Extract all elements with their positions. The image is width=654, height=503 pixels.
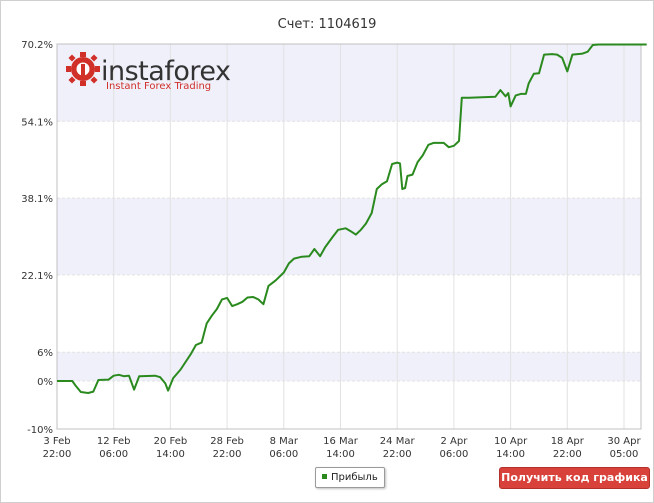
profit-chart: instaforex Instant Forex Trading 70.2%54… [21, 40, 647, 460]
y-tick-label: 54.1% [21, 117, 53, 128]
x-tick-label: 20 Feb [154, 436, 188, 447]
y-tick-label: 0% [37, 377, 53, 388]
x-tick-label: 2 Apr [440, 436, 468, 447]
x-tick-label: 10 Apr [494, 436, 528, 447]
y-tick-label: -10% [27, 425, 53, 436]
x-tick-label: 28 Feb [210, 436, 244, 447]
get-chart-code-button[interactable]: Получить код графика [499, 467, 650, 489]
x-tick-label: 22:00 [213, 449, 242, 460]
x-tick-label: 12 Feb [97, 436, 131, 447]
x-tick-label: 24 Mar [380, 436, 416, 447]
y-tick-label: 70.2% [21, 40, 53, 51]
legend-label: Прибыль [331, 472, 378, 483]
x-tick-label: 22:00 [43, 449, 72, 460]
legend-swatch [322, 473, 327, 479]
x-tick-label: 8 Mar [270, 436, 299, 447]
x-tick-label: 05:00 [610, 449, 639, 460]
logo-emblem-icon [66, 52, 100, 86]
y-tick-label: 38.1% [21, 194, 53, 205]
legend[interactable]: Прибыль [315, 467, 385, 488]
x-tick-label: 16 Mar [323, 436, 359, 447]
y-tick-label: 6% [37, 348, 53, 359]
x-tick-label: 22:00 [383, 449, 412, 460]
x-tick-label: 06:00 [269, 449, 298, 460]
x-tick-label: 14:00 [326, 449, 355, 460]
x-tick-label: 14:00 [156, 449, 185, 460]
x-tick-label: 30 Apr [607, 436, 641, 447]
x-tick-label: 06:00 [439, 449, 468, 460]
x-tick-label: 18 Apr [551, 436, 585, 447]
grid-band [57, 198, 641, 275]
x-tick-label: 06:00 [99, 449, 128, 460]
y-tick-label: 22.1% [21, 271, 53, 282]
logo-tagline: Instant Forex Trading [106, 81, 211, 92]
x-tick-label: 22:00 [553, 449, 582, 460]
x-tick-label: 3 Feb [43, 436, 70, 447]
x-tick-label: 14:00 [496, 449, 525, 460]
